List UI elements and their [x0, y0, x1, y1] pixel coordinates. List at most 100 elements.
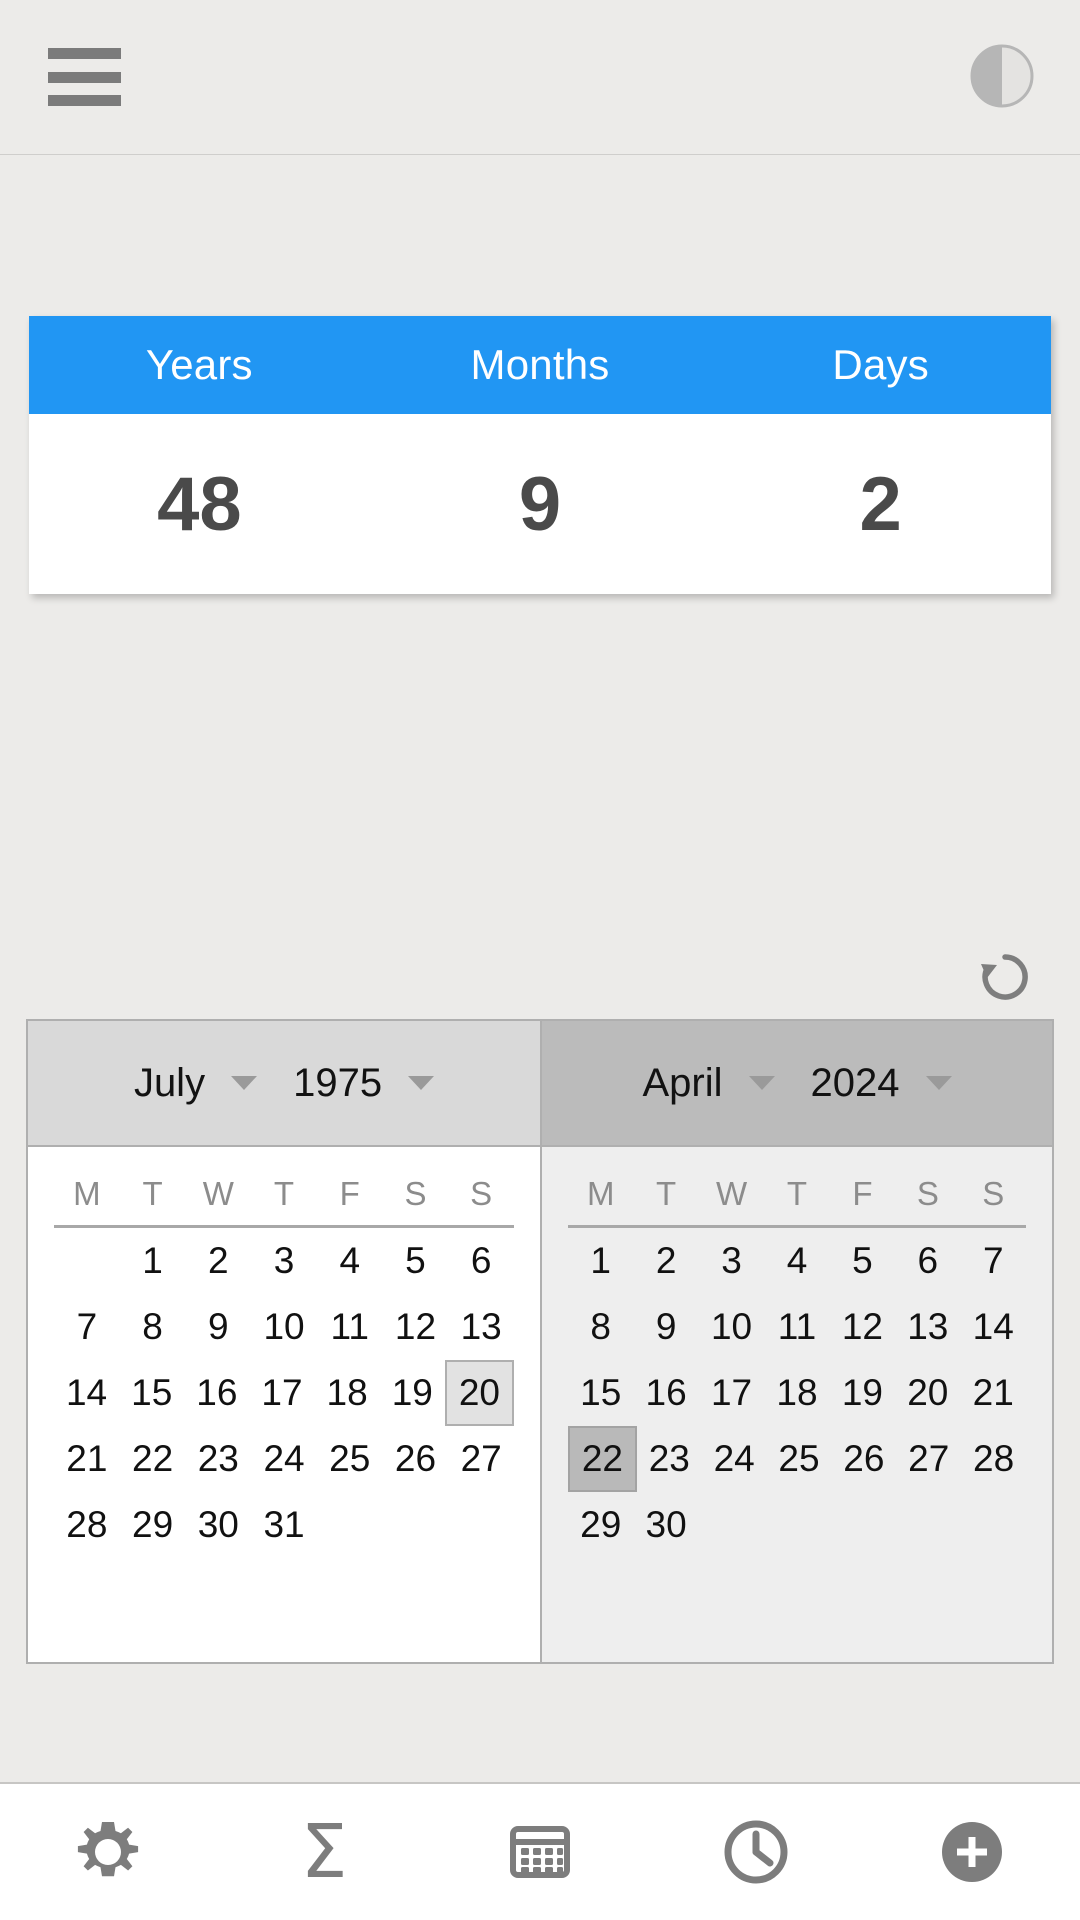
- calendar-day-cell[interactable]: 13: [448, 1294, 514, 1360]
- calendar-day-cell[interactable]: 14: [961, 1294, 1026, 1360]
- value-years: 48: [157, 461, 242, 547]
- calendar-day-cell[interactable]: 20: [444, 1360, 514, 1426]
- calendar-day-cell[interactable]: 23: [185, 1426, 251, 1492]
- calendar-week-row: 15 16 17 18 19 20 21: [568, 1360, 1026, 1426]
- calendar-day-cell[interactable]: 24: [251, 1426, 317, 1492]
- calendar-day-cell[interactable]: 21: [961, 1360, 1026, 1426]
- calendar-header-end: April 2024: [542, 1021, 1052, 1147]
- calendar-day-cell[interactable]: 11: [317, 1294, 383, 1360]
- calendar-day-cell[interactable]: 16: [184, 1360, 249, 1426]
- half-circle-contrast-icon[interactable]: [970, 44, 1034, 108]
- calendar-day-cell[interactable]: 1: [120, 1228, 186, 1294]
- calendar-day-cell[interactable]: 13: [895, 1294, 960, 1360]
- calendar-day-cell[interactable]: 6: [895, 1228, 960, 1294]
- calendar-day-cell[interactable]: 29: [120, 1492, 186, 1558]
- calendar-day-cell[interactable]: 27: [448, 1426, 514, 1492]
- calendar-day-cell[interactable]: 7: [54, 1294, 120, 1360]
- day-grid-end: 1 2 3 4 5 6 7 8 9 10 11 12 13 14 15 16 17 18 19 20 21 22 23 24 2…: [568, 1228, 1026, 1558]
- clock-icon[interactable]: [648, 1816, 864, 1888]
- calendar-day-cell[interactable]: 23: [637, 1426, 702, 1492]
- chevron-down-icon: [925, 1076, 952, 1090]
- calendar-day-cell[interactable]: 22: [120, 1426, 186, 1492]
- calendar-day-cell[interactable]: 28: [54, 1492, 120, 1558]
- calendar-day-cell[interactable]: 5: [383, 1228, 449, 1294]
- calendar-day-cell[interactable]: 2: [185, 1228, 251, 1294]
- calendar-day-cell[interactable]: 16: [633, 1360, 698, 1426]
- calendar-day-cell[interactable]: 28: [961, 1426, 1026, 1492]
- weekday-label: S: [404, 1175, 427, 1212]
- hamburger-bar: [48, 48, 121, 59]
- calendar-week-row: 7 8 9 10 11 12 13: [54, 1294, 514, 1360]
- calendar-day-cell[interactable]: 15: [568, 1360, 633, 1426]
- weekday-label: S: [916, 1175, 939, 1212]
- calendar-day-cell[interactable]: 3: [699, 1228, 764, 1294]
- duration-result-card: Years Months Days 48 9 2: [29, 316, 1051, 594]
- weekday-label: T: [142, 1175, 163, 1212]
- calendar-week-row: 8 9 10 11 12 13 14: [568, 1294, 1026, 1360]
- month-value-end: April: [642, 1060, 723, 1105]
- calendar-day-cell[interactable]: 20: [895, 1360, 960, 1426]
- calendar-day-cell[interactable]: 7: [961, 1228, 1026, 1294]
- calendar-day-cell[interactable]: 3: [251, 1228, 317, 1294]
- calendar-day-cell[interactable]: 18: [315, 1360, 380, 1426]
- calendar-day-cell[interactable]: 19: [830, 1360, 895, 1426]
- calendar-day-cell[interactable]: 30: [633, 1492, 698, 1558]
- calendar-day-cell[interactable]: 4: [317, 1228, 383, 1294]
- calendar-day-cell[interactable]: 22: [568, 1426, 637, 1492]
- calendar-day-cell[interactable]: 8: [120, 1294, 186, 1360]
- calendar-grid-end: M T W T F S S 1 2 3 4 5 6 7 8 9 10 11 12 13 14 15 16 17 1…: [542, 1147, 1052, 1662]
- calendar-day-cell[interactable]: 14: [54, 1360, 119, 1426]
- month-value-start: July: [133, 1060, 206, 1105]
- sigma-glyph: Σ: [300, 1809, 348, 1895]
- hamburger-bar: [48, 95, 121, 106]
- calendar-day-cell[interactable]: 10: [251, 1294, 317, 1360]
- calendar-day-cell[interactable]: 31: [251, 1492, 317, 1558]
- calendar-day-cell[interactable]: 29: [568, 1492, 633, 1558]
- calendar-icon[interactable]: [432, 1816, 648, 1888]
- calendar-day-cell[interactable]: 12: [383, 1294, 449, 1360]
- calendar-header-start: July 1975: [28, 1021, 540, 1147]
- calendar-day-cell[interactable]: 25: [767, 1426, 832, 1492]
- calendar-day-cell[interactable]: 6: [448, 1228, 514, 1294]
- calendar-day-cell[interactable]: 8: [568, 1294, 633, 1360]
- month-selector-end[interactable]: April: [642, 1060, 775, 1106]
- weekday-label: S: [982, 1175, 1005, 1212]
- calendar-day-cell[interactable]: 19: [380, 1360, 445, 1426]
- calendar-day-cell[interactable]: 1: [568, 1228, 633, 1294]
- calendar-day-cell[interactable]: 17: [249, 1360, 314, 1426]
- gear-settings-icon[interactable]: [0, 1816, 216, 1888]
- add-plus-button[interactable]: [864, 1814, 1080, 1890]
- calendar-day-cell[interactable]: 4: [764, 1228, 829, 1294]
- weekday-label: F: [852, 1175, 873, 1212]
- calendar-day-cell[interactable]: 9: [633, 1294, 698, 1360]
- calendar-week-row: 21 22 23 24 25 26 27: [54, 1426, 514, 1492]
- calendar-day-cell[interactable]: 12: [830, 1294, 895, 1360]
- hamburger-menu-icon[interactable]: [48, 48, 121, 106]
- weekday-label: W: [715, 1175, 748, 1212]
- calendar-day-cell[interactable]: 9: [185, 1294, 251, 1360]
- calendar-day-cell[interactable]: 25: [317, 1426, 383, 1492]
- calendar-day-cell[interactable]: 27: [896, 1426, 961, 1492]
- refresh-reset-icon[interactable]: [976, 948, 1034, 1006]
- calendar-day-cell[interactable]: 15: [119, 1360, 184, 1426]
- calendar-day-cell[interactable]: 26: [383, 1426, 449, 1492]
- value-days: 2: [859, 461, 902, 547]
- calendar-day-cell[interactable]: 30: [185, 1492, 251, 1558]
- sigma-sum-icon[interactable]: Σ: [216, 1815, 432, 1889]
- calendar-day-cell[interactable]: 24: [702, 1426, 767, 1492]
- calendar-day-empty: [383, 1492, 449, 1558]
- calendar-day-cell[interactable]: 26: [831, 1426, 896, 1492]
- calendar-day-cell[interactable]: 10: [699, 1294, 764, 1360]
- year-selector-start[interactable]: 1975: [293, 1061, 435, 1106]
- month-selector-start[interactable]: July: [133, 1060, 258, 1106]
- weekday-label: M: [586, 1175, 615, 1212]
- calendar-day-cell[interactable]: 17: [699, 1360, 764, 1426]
- calendar-day-cell[interactable]: 11: [764, 1294, 829, 1360]
- calendar-day-cell[interactable]: 5: [830, 1228, 895, 1294]
- calendar-day-cell[interactable]: 18: [764, 1360, 829, 1426]
- year-selector-end[interactable]: 2024: [811, 1061, 952, 1106]
- calendar-day-cell[interactable]: 21: [54, 1426, 120, 1492]
- value-months: 9: [518, 461, 562, 547]
- weekday-label: T: [273, 1175, 295, 1212]
- calendar-day-cell[interactable]: 2: [633, 1228, 698, 1294]
